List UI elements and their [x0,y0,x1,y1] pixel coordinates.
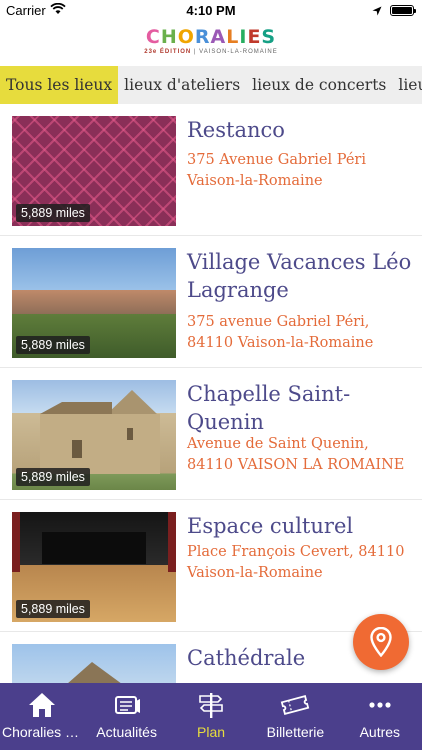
distance-badge: 5,889 miles [16,204,90,222]
map-pin-icon [370,627,392,657]
category-tabs[interactable]: Tous les lieux lieux d'ateliers lieux de c… [0,66,422,104]
logo-letter: R [194,26,211,48]
status-bar: Carrier 4:10 PM [0,0,422,22]
logo-letter: E [247,26,262,48]
place-photo: 5,889 miles [12,116,176,226]
map-button[interactable] [353,614,409,670]
place-address: Place François Cevert, 84110 Vaison-la-R… [187,544,405,581]
logo-town: VAISON-LA-ROMAINE [199,49,278,55]
tabbar-label: Choralies 2019 [2,724,84,740]
clock: 4:10 PM [186,3,236,18]
logo-subtitle: 23e ÉDITION | VAISON-LA-ROMAINE [144,49,278,55]
logo-letter: O [177,26,195,48]
place-address: Avenue de Saint Quenin, 84110 VAISON LA … [187,436,405,473]
distance-badge: 5,889 miles [16,600,90,618]
tabbar-item-plan[interactable]: Plan [169,683,253,750]
tabbar-item-tickets[interactable]: Billetterie [253,683,337,750]
tab-label: Tous les lieux [6,76,113,94]
battery-icon [390,5,416,16]
place-photo: 5,889 miles [12,380,176,490]
tabbar-item-more[interactable]: Autres [338,683,422,750]
home-icon [0,691,84,719]
list-item[interactable]: 5,889 miles Restanco 375 Avenue Gabriel … [0,104,422,236]
place-title: Restanco [187,118,285,142]
app-logo: CHORALIES 23e ÉDITION | VAISON-LA-ROMAIN… [0,26,422,62]
tabbar-item-home[interactable]: Choralies 2019 [0,683,84,750]
tab-all-places[interactable]: Tous les lieux [0,66,119,104]
place-photo: 5,889 miles [12,248,176,358]
tabbar-label: Plan [197,724,226,740]
tab-label: lieux de [398,76,422,94]
distance-badge: 5,889 miles [16,468,90,486]
more-icon [338,691,422,719]
tabbar-label: Autres [359,724,401,740]
place-title: Espace culturel [187,514,354,538]
location-arrow-icon [372,4,382,19]
logo-letter: S [261,26,277,48]
tab-concert-places[interactable]: lieux de concerts [246,66,392,104]
list-item[interactable]: 5,889 miles Espace culturel Place Franço… [0,500,422,632]
logo-wordmark: CHORALIES [0,26,422,48]
place-address: 375 Avenue Gabriel Péri Vaison-la-Romain… [187,152,366,189]
place-photo [12,644,176,683]
tabbar-item-news[interactable]: Actualités [84,683,168,750]
tab-other-places[interactable]: lieux de [392,66,422,104]
tab-label: lieux d'ateliers [124,76,241,94]
signpost-icon [169,691,253,719]
place-title: Village Vacances Léo Lagrange [187,250,412,302]
tab-workshop-places[interactable]: lieux d'ateliers [118,66,246,104]
place-title: Chapelle Saint-Quenin [187,382,351,434]
logo-letter: C [145,26,161,48]
place-photo: 5,889 miles [12,512,176,622]
place-address: 375 avenue Gabriel Péri, 84110 Vaison-la… [187,314,374,351]
tabbar-label: Billetterie [266,724,325,740]
logo-letter: H [160,26,178,48]
logo-letter: A [210,26,227,48]
bottom-tab-bar: Choralies 2019 Actualités Plan Billetter… [0,683,422,750]
logo-edition: 23e ÉDITION [144,49,192,55]
news-icon [84,691,168,719]
tab-label: lieux de concerts [252,76,387,94]
list-item[interactable]: 5,889 miles Chapelle Saint-Quenin Avenue… [0,368,422,500]
places-list[interactable]: 5,889 miles Restanco 375 Avenue Gabriel … [0,104,422,683]
list-item[interactable]: 5,889 miles Village Vacances Léo Lagrang… [0,236,422,368]
tabbar-label: Actualités [96,724,157,740]
ticket-icon [253,691,337,719]
distance-badge: 5,889 miles [16,336,90,354]
logo-letter: L [226,26,240,48]
